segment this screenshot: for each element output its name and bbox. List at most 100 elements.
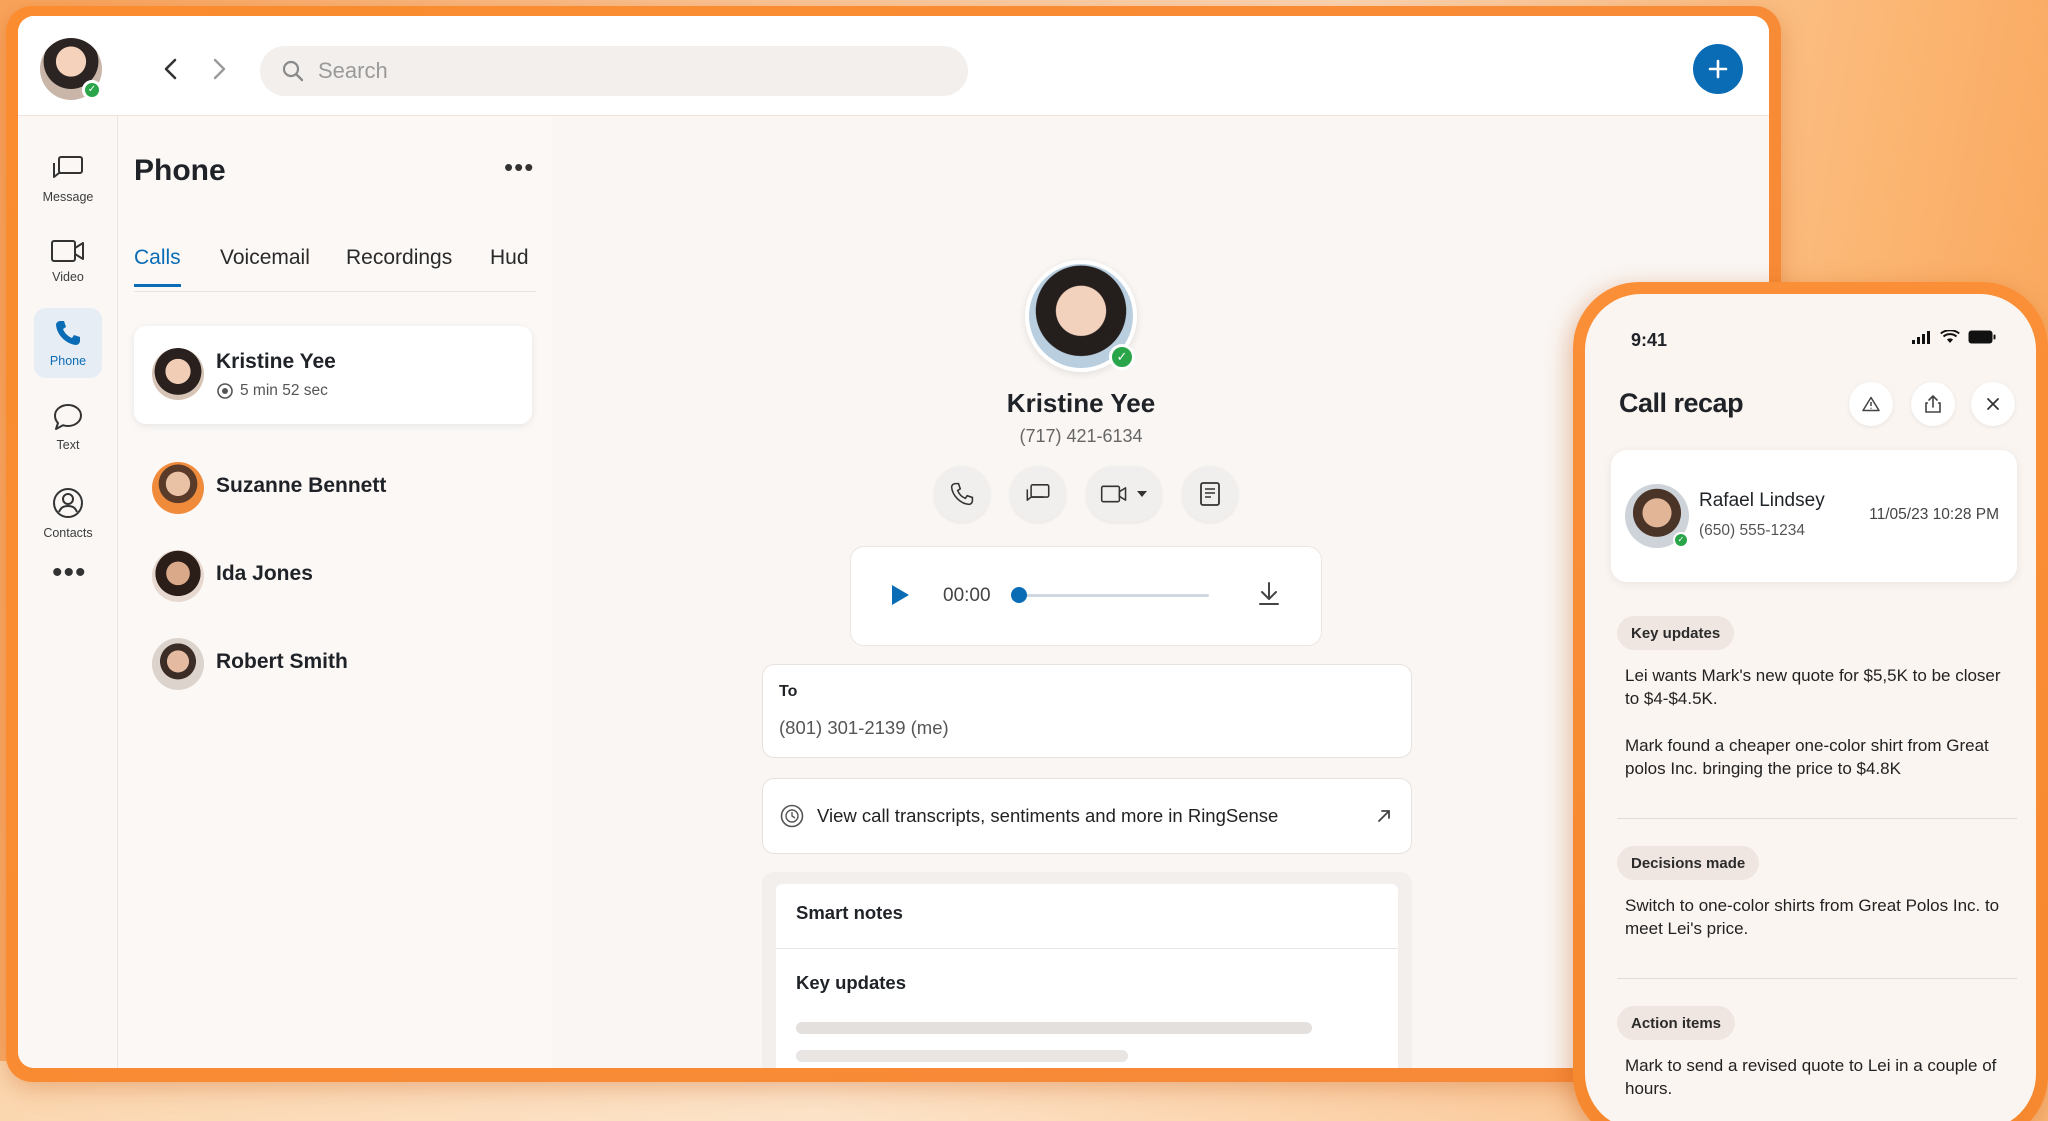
close-icon (1987, 398, 1999, 410)
rail-more-button[interactable]: ••• (52, 556, 87, 590)
player-time: 00:00 (943, 585, 991, 606)
share-button[interactable] (1911, 382, 1955, 426)
tab-voicemail[interactable]: Voicemail (220, 246, 310, 284)
recording-player: 00:00 (850, 546, 1322, 646)
tab-hud[interactable]: Hud (490, 246, 529, 284)
panel-more-button[interactable]: ••• (504, 152, 534, 183)
caret-down-icon (1137, 491, 1147, 497)
rail-item-label: Contacts (43, 526, 93, 540)
contact-avatar-large: ✓ (1025, 260, 1137, 372)
section-label: Decisions made (1617, 846, 1760, 880)
panel-title: Phone (134, 154, 226, 187)
recap-text: Mark to send a revised quote to Lei in a… (1625, 1056, 1997, 1098)
key-updates-title: Key updates (796, 972, 907, 993)
back-button[interactable] (154, 52, 188, 86)
message-icon (53, 156, 83, 178)
call-button[interactable] (934, 466, 990, 522)
record-icon (217, 383, 233, 399)
duration-text: 5 min 52 sec (240, 382, 328, 399)
recap-contact-phone: (650) 555-1234 (1699, 522, 1805, 539)
avatar (152, 550, 204, 602)
my-avatar[interactable]: ✓ (40, 38, 102, 100)
rail-item-label: Message (42, 190, 94, 204)
tabs: Calls Voicemail Recordings Hud (134, 236, 536, 292)
progress-track[interactable] (1011, 587, 1209, 603)
download-button[interactable] (1257, 581, 1281, 612)
close-button[interactable] (1971, 382, 2015, 426)
avatar (152, 348, 204, 400)
avatar: ✓ (1625, 484, 1689, 548)
desktop-frame: ✓ Message Video (6, 6, 1781, 1082)
message-button[interactable] (1010, 466, 1066, 522)
chevron-left-icon (164, 58, 177, 80)
tab-recordings[interactable]: Recordings (346, 246, 452, 284)
call-icon (950, 482, 974, 506)
notes-button[interactable] (1182, 466, 1238, 522)
progress-handle[interactable] (1011, 587, 1027, 603)
ringsense-link[interactable]: View call transcripts, sentiments and mo… (762, 778, 1412, 854)
top-bar: ✓ (18, 16, 1769, 116)
call-item[interactable]: Ida Jones (134, 540, 532, 610)
video-call-button[interactable] (1086, 466, 1162, 522)
rail-item-label: Phone (49, 354, 87, 368)
add-button[interactable] (1693, 44, 1743, 94)
to-value: (801) 301-2139 (me) (779, 717, 949, 738)
search-bar[interactable] (260, 46, 968, 96)
online-status-icon: ✓ (1109, 344, 1135, 370)
recap-text: Lei wants Mark's new quote for $5,5K to … (1625, 666, 2001, 708)
contacts-icon (53, 488, 83, 518)
notes-icon (1200, 482, 1220, 506)
mobile-device: 9:41 Call recap ✓ Rafael Lindsey (650) 5… (1573, 282, 2048, 1121)
contact-name: Kristine Yee (216, 350, 336, 373)
recap-datetime: 11/05/23 10:28 PM (1869, 506, 1999, 523)
ringsense-icon (780, 804, 804, 828)
divider (1617, 818, 2017, 819)
rail-item-text[interactable]: Text (34, 392, 102, 462)
rail-item-contacts[interactable]: Contacts (34, 478, 102, 548)
contact-name: Robert Smith (216, 650, 348, 673)
recap-text: Mark found a cheaper one-color shirt fro… (1625, 736, 1989, 778)
rail-item-label: Video (52, 270, 84, 284)
chat-icon (1026, 484, 1050, 501)
recap-contact-card[interactable]: ✓ Rafael Lindsey (650) 555-1234 11/05/23… (1611, 450, 2017, 582)
download-icon (1259, 582, 1279, 605)
call-item-selected[interactable]: Kristine Yee 5 min 52 sec (134, 326, 532, 424)
section-label: Key updates (1617, 616, 1735, 650)
contact-name: Ida Jones (216, 562, 313, 585)
app-window: ✓ Message Video (18, 16, 1769, 1068)
call-recap-title: Call recap (1619, 388, 1744, 418)
tab-calls[interactable]: Calls (134, 246, 181, 287)
divider (776, 948, 1398, 949)
signal-icon (1912, 331, 1930, 344)
contact-name: Kristine Yee (1006, 388, 1156, 418)
call-item[interactable]: Suzanne Bennett (134, 452, 532, 522)
rail-item-phone[interactable]: Phone (34, 308, 102, 378)
calls-panel: Phone ••• Calls Voicemail Recordings Hud… (118, 116, 552, 1068)
smart-notes-title: Smart notes (796, 902, 903, 923)
video-call-icon (1100, 485, 1127, 503)
forward-button[interactable] (202, 52, 236, 86)
search-icon (282, 60, 304, 82)
wifi-icon (1940, 330, 1960, 343)
play-button[interactable] (889, 583, 911, 612)
online-status-icon: ✓ (1673, 532, 1689, 548)
report-button[interactable] (1849, 382, 1893, 426)
recap-text: Switch to one-color shirts from Great Po… (1625, 896, 2000, 938)
mobile-screen: 9:41 Call recap ✓ Rafael Lindsey (650) 5… (1585, 294, 2036, 1121)
rail-item-video[interactable]: Video (34, 226, 102, 296)
call-item[interactable]: Robert Smith (134, 628, 532, 698)
online-status-icon: ✓ (82, 80, 102, 100)
search-input[interactable] (318, 58, 918, 84)
smart-notes-container: Smart notes Key updates (762, 872, 1412, 1068)
avatar (152, 638, 204, 690)
contact-phone: (717) 421-6134 (1019, 426, 1143, 446)
loading-placeholder (796, 1022, 1312, 1034)
external-link-icon (1378, 810, 1390, 822)
section-label: Action items (1617, 1006, 1736, 1040)
left-rail: Message Video Phone Text Contacts ••• (18, 116, 118, 1068)
to-field: To (801) 301-2139 (me) (762, 664, 1412, 758)
status-icons (1912, 330, 1996, 344)
share-icon (1925, 395, 1941, 413)
battery-icon (1968, 330, 1996, 344)
rail-item-message[interactable]: Message (34, 144, 102, 214)
